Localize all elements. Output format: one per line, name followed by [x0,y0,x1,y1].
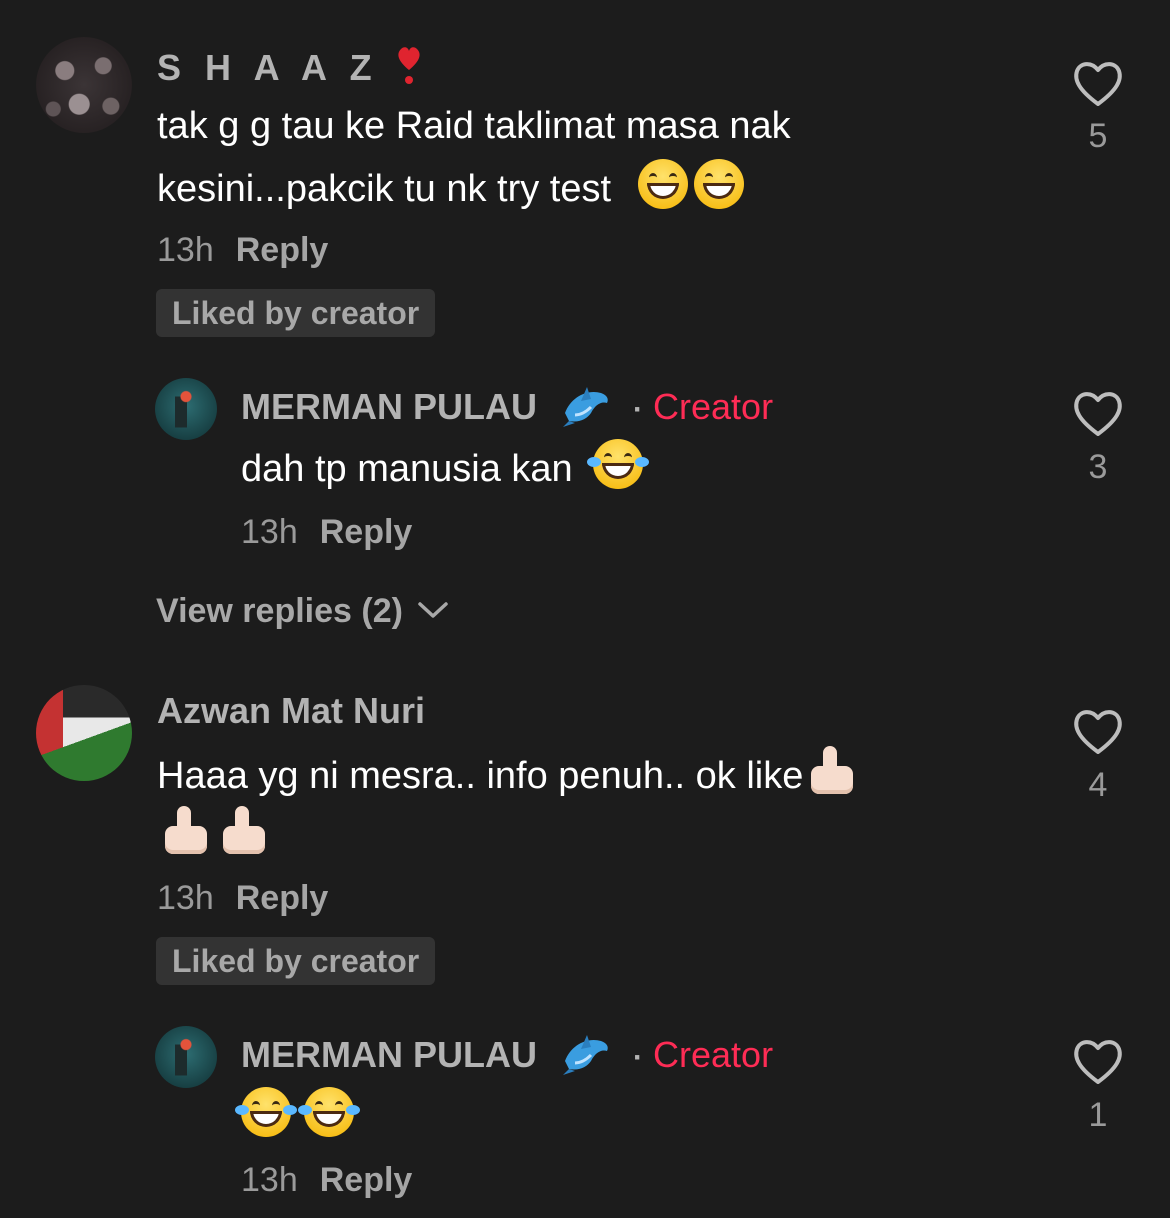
reply-username[interactable]: MERMAN PULAU · Creator [241,383,773,428]
comment-meta: 13h Reply [157,231,328,270]
creator-label: Creator [653,386,774,427]
like-button[interactable] [1068,58,1128,113]
like-button[interactable] [1068,1036,1128,1091]
like-count: 5 [1088,117,1108,155]
view-replies-button[interactable]: View replies (2) [156,592,450,631]
reply-button[interactable]: Reply [320,1161,413,1199]
timestamp: 13h [241,513,298,551]
heart-outline-icon[interactable] [1071,706,1125,756]
like-count: 4 [1088,766,1108,804]
reply-text [235,1086,360,1149]
heart-outline-icon[interactable] [1071,58,1125,108]
separator-dot: · [633,1041,644,1074]
liked-by-creator-badge: Liked by creator [156,289,436,337]
avatar[interactable] [36,37,132,133]
comment-username[interactable]: S H A A Z [157,42,424,89]
reply-username[interactable]: MERMAN PULAU · Creator [241,1031,773,1076]
grinning-face-icon [693,159,744,209]
username-text[interactable]: S H A A Z [157,47,379,88]
thumbs-up-icon [159,804,213,858]
liked-by-creator-badge: Liked by creator [156,937,436,985]
separator-dot: · [633,393,644,426]
like-count: 3 [1088,448,1108,486]
avatar[interactable] [155,1026,217,1088]
comment-line [157,804,861,868]
username-text[interactable]: MERMAN PULAU [241,386,537,427]
timestamp: 13h [157,231,214,269]
reply-text: dah tp manusia kan [241,438,650,501]
comment-line: kesini...pakcik tu nk try test [157,158,791,221]
heart-outline-icon[interactable] [1071,1036,1125,1086]
like-button[interactable] [1068,388,1128,443]
dolphin-icon [563,1035,608,1075]
reply-button[interactable]: Reply [236,231,329,269]
reply-meta: 13h Reply [241,1161,412,1200]
comment-meta: 13h Reply [157,879,328,918]
comment-line: tak g g tau ke Raid taklimat masa nak [157,105,791,147]
avatar[interactable] [155,378,217,440]
dolphin-icon [563,387,608,427]
timestamp: 13h [157,879,214,917]
comment-text: Haaa yg ni mesra.. info penuh.. ok like [157,744,861,868]
view-replies-label[interactable]: View replies (2) [156,592,403,630]
grinning-face-icon [637,159,688,209]
reply-button[interactable]: Reply [236,879,329,917]
like-count: 1 [1088,1096,1108,1134]
comment-line: Haaa yg ni mesra.. info penuh.. ok like [157,744,861,808]
tears-of-joy-icon [235,1087,297,1137]
comment-username[interactable]: Azwan Mat Nuri [157,690,425,732]
chevron-down-icon[interactable] [416,598,450,622]
comment-text: tak g g tau ke Raid taklimat masa nak ke… [157,95,791,221]
creator-label: Creator [653,1034,774,1075]
like-button[interactable] [1068,706,1128,761]
heart-exclamation-icon [398,47,420,84]
avatar[interactable] [36,685,132,781]
reply-button[interactable]: Reply [320,513,413,551]
timestamp: 13h [241,1161,298,1199]
thumbs-up-icon [805,744,859,798]
reply-meta: 13h Reply [241,513,412,552]
tears-of-joy-icon [587,439,650,489]
username-text[interactable]: MERMAN PULAU [241,1034,537,1075]
thumbs-up-icon [217,804,271,858]
heart-outline-icon[interactable] [1071,388,1125,438]
tears-of-joy-icon [298,1087,360,1137]
